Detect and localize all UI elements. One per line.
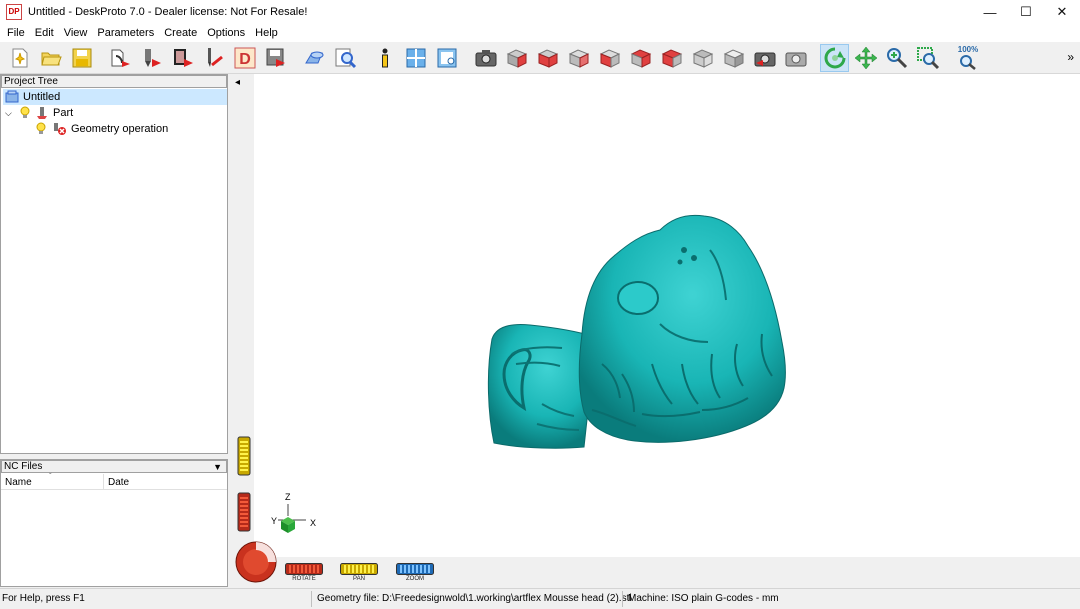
layout-view-icon[interactable] xyxy=(432,44,461,72)
pan-control-label: PAN xyxy=(353,576,365,582)
app-icon[interactable]: DP xyxy=(6,4,22,20)
menu-options[interactable]: Options xyxy=(202,27,250,39)
toolbar: D 100% » xyxy=(0,42,1080,74)
svg-text:D: D xyxy=(239,51,251,68)
zoom-100-label: 100% xyxy=(957,45,979,54)
new-project-icon[interactable] xyxy=(5,44,34,72)
tree-item-untitled[interactable]: Untitled xyxy=(3,89,227,105)
rotate-slider-icon[interactable] xyxy=(237,492,251,532)
3d-viewport[interactable]: ◂ ROTATE PAN ZOOM Z Y X xyxy=(232,74,1080,587)
pan-slider-icon[interactable] xyxy=(237,436,251,476)
menu-view[interactable]: View xyxy=(59,27,93,39)
maximize-button[interactable]: ☐ xyxy=(1008,0,1044,24)
column-header-name[interactable]: Name xyxy=(5,477,32,488)
bitmap-parameters-icon[interactable] xyxy=(168,44,197,72)
nc-files-header[interactable]: NC Files ▼ xyxy=(1,460,227,473)
tree-item-label: Geometry operation xyxy=(71,123,169,135)
simulation-icon[interactable] xyxy=(300,44,329,72)
part-icon xyxy=(37,107,47,119)
view-grey-box-icon[interactable] xyxy=(719,44,748,72)
axis-triad: Z Y X xyxy=(268,492,320,536)
menu-parameters[interactable]: Parameters xyxy=(92,27,159,39)
close-button[interactable]: ✕ xyxy=(1044,0,1080,24)
pan-control-icon[interactable] xyxy=(340,563,378,575)
camera-view-icon[interactable] xyxy=(471,44,500,72)
view-front-icon[interactable] xyxy=(533,44,562,72)
four-views-icon[interactable] xyxy=(401,44,430,72)
view-top-icon[interactable] xyxy=(657,44,686,72)
nc-files-title: NC Files xyxy=(4,461,43,472)
save-nc-icon[interactable] xyxy=(261,44,290,72)
view-right-icon[interactable] xyxy=(626,44,655,72)
view-left-icon[interactable] xyxy=(595,44,624,72)
pan-mode-icon[interactable] xyxy=(851,44,880,72)
menu-bar: File Edit View Parameters Create Options… xyxy=(0,24,1080,42)
zoom-window-icon[interactable] xyxy=(913,44,942,72)
rotate-control-label: ROTATE xyxy=(292,576,316,582)
tool-icon[interactable] xyxy=(199,44,228,72)
tree-item-label: Untitled xyxy=(23,91,61,103)
sort-indicator-icon: ˇ xyxy=(49,472,52,481)
save-icon[interactable] xyxy=(67,44,96,72)
project-icon xyxy=(5,90,19,103)
camera-back-icon[interactable] xyxy=(750,44,779,72)
dropdown-arrow-icon[interactable]: ▼ xyxy=(213,462,222,473)
view-back-icon[interactable] xyxy=(564,44,593,72)
tree-item-geometry-operation[interactable]: Geometry operation xyxy=(35,121,168,137)
status-bar: For Help, press F1 Geometry file: D:\Fre… xyxy=(0,588,1080,609)
camera-grey-icon[interactable] xyxy=(781,44,810,72)
status-help-text: For Help, press F1 xyxy=(2,593,85,604)
zoom-100-icon[interactable]: 100% xyxy=(952,44,984,72)
view-bottom-icon[interactable] xyxy=(688,44,717,72)
operation-error-icon xyxy=(54,123,66,135)
status-geometry-file: Geometry file: D:\Freedesignwold\1.worki… xyxy=(317,593,632,604)
status-machine: Machine: ISO plain G-codes - mm xyxy=(628,593,779,604)
view-iso-icon[interactable] xyxy=(502,44,531,72)
visibility-bulb-icon[interactable] xyxy=(35,122,47,136)
rotate-control-icon[interactable] xyxy=(285,563,323,575)
window-title: Untitled - DeskProto 7.0 - Dealer licens… xyxy=(28,6,308,18)
operation-parameters-icon[interactable] xyxy=(137,44,166,72)
project-tree-pane: Project Tree Untitled ⌵ Part Geometry op… xyxy=(0,74,228,454)
preview-icon[interactable] xyxy=(331,44,360,72)
rotate-mode-icon[interactable] xyxy=(820,43,849,72)
nc-files-columns: Name ˇ Date xyxy=(1,472,227,490)
part-parameters-icon[interactable] xyxy=(106,44,135,72)
title-bar: DP Untitled - DeskProto 7.0 - Dealer lic… xyxy=(0,0,1080,24)
drawing-icon[interactable]: D xyxy=(230,44,259,72)
collapse-panel-icon[interactable]: ◂ xyxy=(235,77,240,88)
zoom-control-icon[interactable] xyxy=(396,563,434,575)
menu-create[interactable]: Create xyxy=(159,27,202,39)
left-panel: Project Tree Untitled ⌵ Part Geometry op… xyxy=(0,74,228,587)
tree-item-label: Part xyxy=(53,107,74,119)
menu-file[interactable]: File xyxy=(2,27,30,39)
menu-help[interactable]: Help xyxy=(250,27,283,39)
tree-item-part[interactable]: ⌵ Part xyxy=(5,105,73,121)
rotate-wheel-icon[interactable] xyxy=(234,540,278,584)
toolbar-overflow-icon[interactable]: » xyxy=(1067,50,1074,64)
visibility-bulb-icon[interactable] xyxy=(19,106,31,120)
column-header-date[interactable]: Date xyxy=(108,477,129,488)
3d-model-render xyxy=(487,214,786,449)
viewport-side-strip: ◂ xyxy=(232,74,254,587)
info-icon[interactable] xyxy=(370,44,399,72)
expand-chevron-icon[interactable]: ⌵ xyxy=(5,108,19,119)
menu-edit[interactable]: Edit xyxy=(30,27,59,39)
zoom-in-icon[interactable] xyxy=(882,44,911,72)
minimize-button[interactable]: — xyxy=(972,0,1008,24)
project-tree-header: Project Tree xyxy=(1,75,227,88)
nc-files-pane: NC Files ▼ Name ˇ Date xyxy=(0,459,228,587)
open-folder-icon[interactable] xyxy=(36,44,65,72)
zoom-control-label: ZOOM xyxy=(406,576,424,582)
